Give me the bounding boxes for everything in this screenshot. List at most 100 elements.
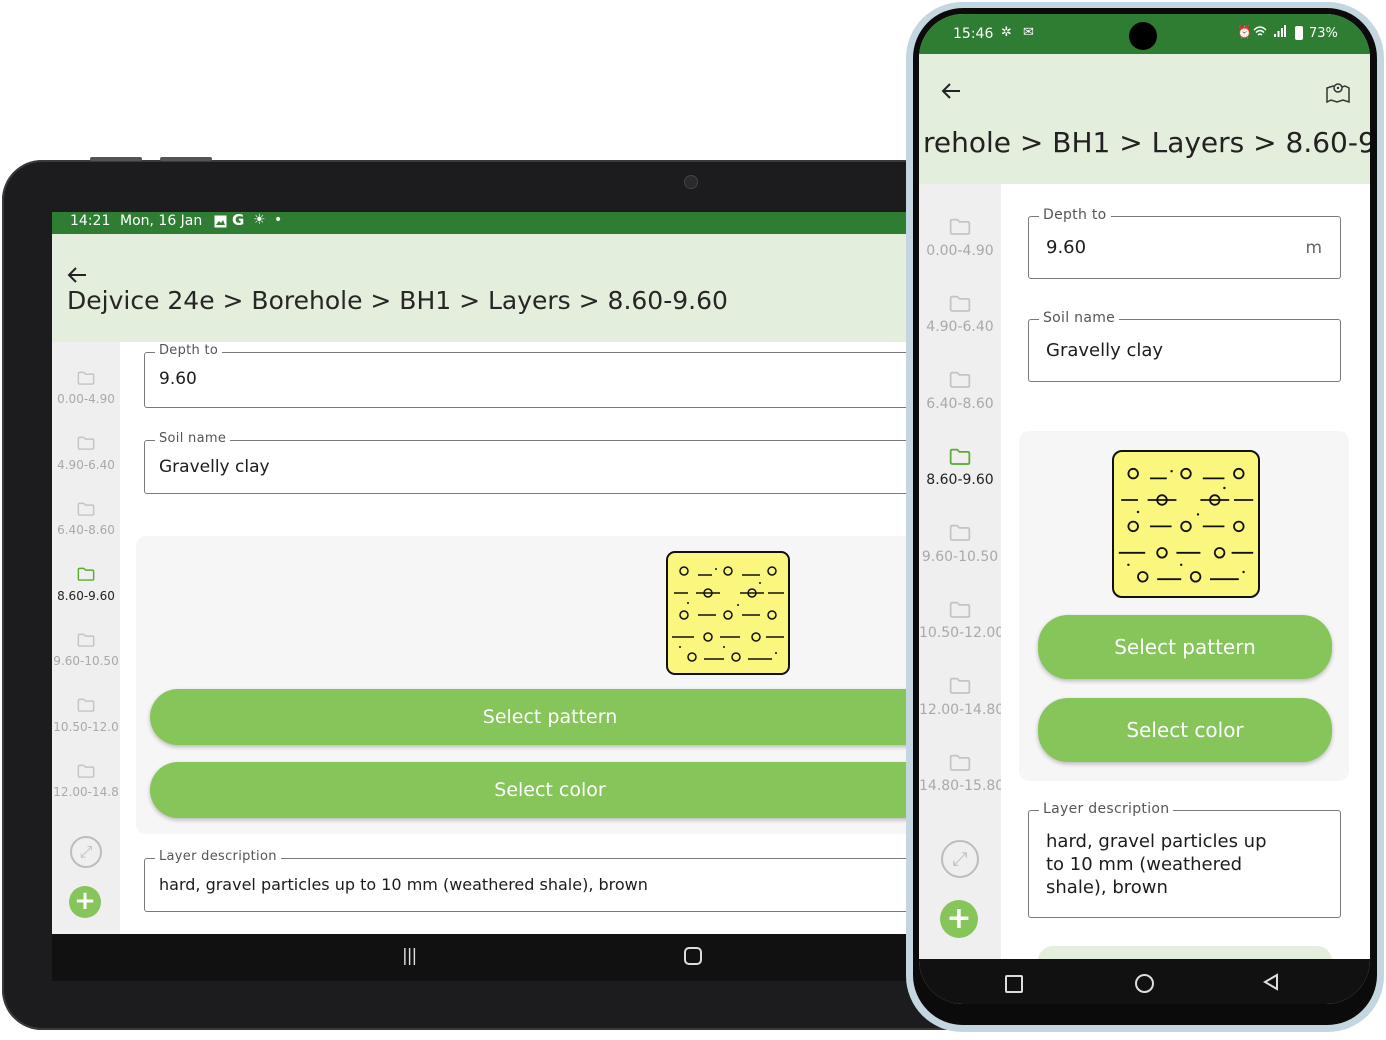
phone-status-bar: 15:46 ✲ ✉ ⏰ 73%	[919, 14, 1370, 54]
rail-item[interactable]: 9.60-10.50	[52, 632, 120, 668]
signal-icon	[1273, 25, 1286, 42]
folder-icon	[77, 698, 95, 717]
home-icon[interactable]	[684, 947, 702, 965]
breadcrumb: rehole > BH1 > Layers > 8.60-9.60	[923, 126, 1370, 159]
add-layer-button[interactable]: +	[940, 900, 978, 938]
rail-item[interactable]: 4.90-6.40	[52, 436, 120, 472]
tablet-nav-bar: |||	[52, 934, 932, 981]
rail-item[interactable]: 12.00-14.80	[919, 677, 1004, 718]
tablet-volume-button	[90, 157, 142, 161]
rail-item[interactable]: 0.00-4.90	[919, 218, 1001, 259]
depth-to-value: 9.60	[159, 369, 197, 389]
select-pattern-button[interactable]: Select pattern	[150, 689, 932, 745]
add-layer-button[interactable]: +	[69, 886, 101, 918]
depth-to-value: 9.60	[1046, 237, 1087, 258]
map-pin-icon[interactable]	[1325, 80, 1351, 108]
layer-description-value: hard, gravel particles up to 10 mm (weat…	[159, 875, 648, 894]
rail-item[interactable]: 10.50-12.00	[919, 601, 1005, 642]
brightness-icon: ☀	[253, 212, 266, 228]
rail-item[interactable]: 8.60-9.60	[52, 567, 120, 603]
tablet-form: Depth to 9.60 Soil name Gravelly clay Se…	[120, 342, 932, 934]
rail-item[interactable]: 10.50-12.0	[52, 698, 120, 734]
fan-icon: ✲	[1001, 25, 1012, 40]
rail-item-label: 14.80-15.80	[919, 778, 1005, 795]
breadcrumb: Dejvice 24e > Borehole > BH1 > Layers > …	[67, 286, 728, 315]
layer-description-value: hard, gravel particles up to 10 mm (weat…	[1046, 831, 1267, 898]
gravel-clay-pattern-icon	[1118, 467, 1254, 583]
soil-name-value: Gravelly clay	[159, 457, 270, 477]
rail-item-label: 0.00-4.90	[57, 392, 115, 406]
rail-item[interactable]: 8.60-9.60	[919, 448, 1001, 489]
folder-icon	[949, 601, 971, 623]
expand-icon[interactable]: ⤢	[941, 840, 979, 878]
depth-to-field[interactable]: Depth to 9.60 m	[1028, 207, 1341, 279]
layer-description-field[interactable]: Layer description hard, gravel particles…	[144, 849, 932, 912]
folder-icon	[949, 295, 971, 317]
status-date: Mon, 16 Jan	[120, 213, 203, 229]
layer-description-label: Layer description	[1039, 801, 1174, 817]
rail-item-label: 10.50-12.00	[919, 625, 1005, 642]
tablet-status-bar: 14:21 Mon, 16 Jan G ☀ •	[52, 212, 932, 234]
tablet-app-bar: Dejvice 24e > Borehole > BH1 > Layers > …	[52, 234, 932, 354]
soil-name-label: Soil name	[1039, 310, 1120, 326]
rail-item-label: 9.60-10.50	[53, 654, 119, 668]
tablet-camera	[684, 175, 698, 189]
select-color-button[interactable]: Select color	[150, 762, 932, 818]
recents-icon[interactable]: |||	[402, 946, 417, 966]
back-nav-icon[interactable]	[1263, 973, 1279, 995]
google-icon: G	[232, 212, 245, 229]
soil-name-field[interactable]: Soil name Gravelly clay	[1028, 310, 1341, 382]
tablet-screen: 14:21 Mon, 16 Jan G ☀ • Dejvice 24e > Bo…	[52, 212, 932, 981]
phone-screen: 15:46 ✲ ✉ ⏰ 73% rehole > BH1 > Layers > …	[919, 14, 1370, 1004]
rail-item-label: 6.40-8.60	[57, 523, 115, 537]
soil-name-field[interactable]: Soil name Gravelly clay	[144, 431, 932, 494]
back-arrow-icon[interactable]	[941, 82, 961, 104]
rail-item[interactable]: 0.00-4.90	[52, 370, 120, 406]
rail-item[interactable]: 4.90-6.40	[919, 295, 1001, 335]
folder-icon	[77, 370, 95, 389]
folder-icon	[949, 524, 971, 546]
battery-icon	[1295, 26, 1303, 40]
select-pattern-button[interactable]: Select pattern	[1038, 615, 1332, 679]
image-icon	[214, 215, 227, 232]
soil-name-label: Soil name	[155, 431, 231, 446]
depth-to-field[interactable]: Depth to 9.60	[144, 343, 932, 408]
rail-item-label: 10.50-12.0	[53, 719, 119, 734]
folder-icon	[77, 763, 95, 782]
phone-nav-bar	[919, 959, 1370, 1004]
rail-item-label: 12.00-14.8	[53, 785, 119, 799]
select-color-button[interactable]: Select color	[1038, 698, 1332, 762]
depth-unit: m	[1305, 238, 1322, 258]
expand-icon[interactable]: ⤢	[70, 836, 102, 868]
battery-percent: 73%	[1309, 26, 1338, 41]
layer-description-field[interactable]: Layer description hard, gravel particles…	[1028, 801, 1341, 918]
rail-item-label: 4.90-6.40	[57, 457, 115, 472]
rail-item[interactable]: 6.40-8.60	[52, 501, 120, 537]
rail-item[interactable]: 14.80-15.80	[919, 754, 1005, 795]
rail-item[interactable]: 6.40-8.60	[919, 371, 1001, 412]
folder-icon	[949, 371, 971, 393]
rail-item[interactable]: 12.00-14.8	[52, 763, 120, 799]
gravel-clay-pattern-icon	[672, 566, 784, 662]
rail-item[interactable]: 9.60-10.50	[919, 524, 1001, 565]
folder-icon	[77, 436, 95, 455]
alarm-icon: ⏰	[1237, 25, 1252, 39]
dot-icon: •	[274, 212, 283, 228]
folder-icon	[949, 218, 971, 240]
home-icon[interactable]	[1135, 974, 1154, 993]
tablet-power-button	[160, 157, 212, 161]
folder-icon	[77, 567, 95, 586]
folder-icon	[949, 754, 971, 776]
folder-icon	[949, 448, 971, 470]
gmail-icon: ✉	[1023, 25, 1034, 40]
recents-icon[interactable]	[1005, 975, 1023, 993]
phone-app-bar: rehole > BH1 > Layers > 8.60-9.60	[919, 54, 1370, 184]
rail-item-label: 0.00-4.90	[926, 242, 994, 259]
status-time: 14:21	[70, 213, 111, 229]
soil-name-value: Gravelly clay	[1046, 340, 1164, 361]
depth-to-label: Depth to	[1039, 207, 1111, 223]
layer-description-label: Layer description	[155, 849, 281, 864]
rail-item-label: 8.60-9.60	[926, 472, 994, 489]
wifi-icon	[1253, 25, 1267, 42]
depth-to-label: Depth to	[155, 343, 223, 358]
